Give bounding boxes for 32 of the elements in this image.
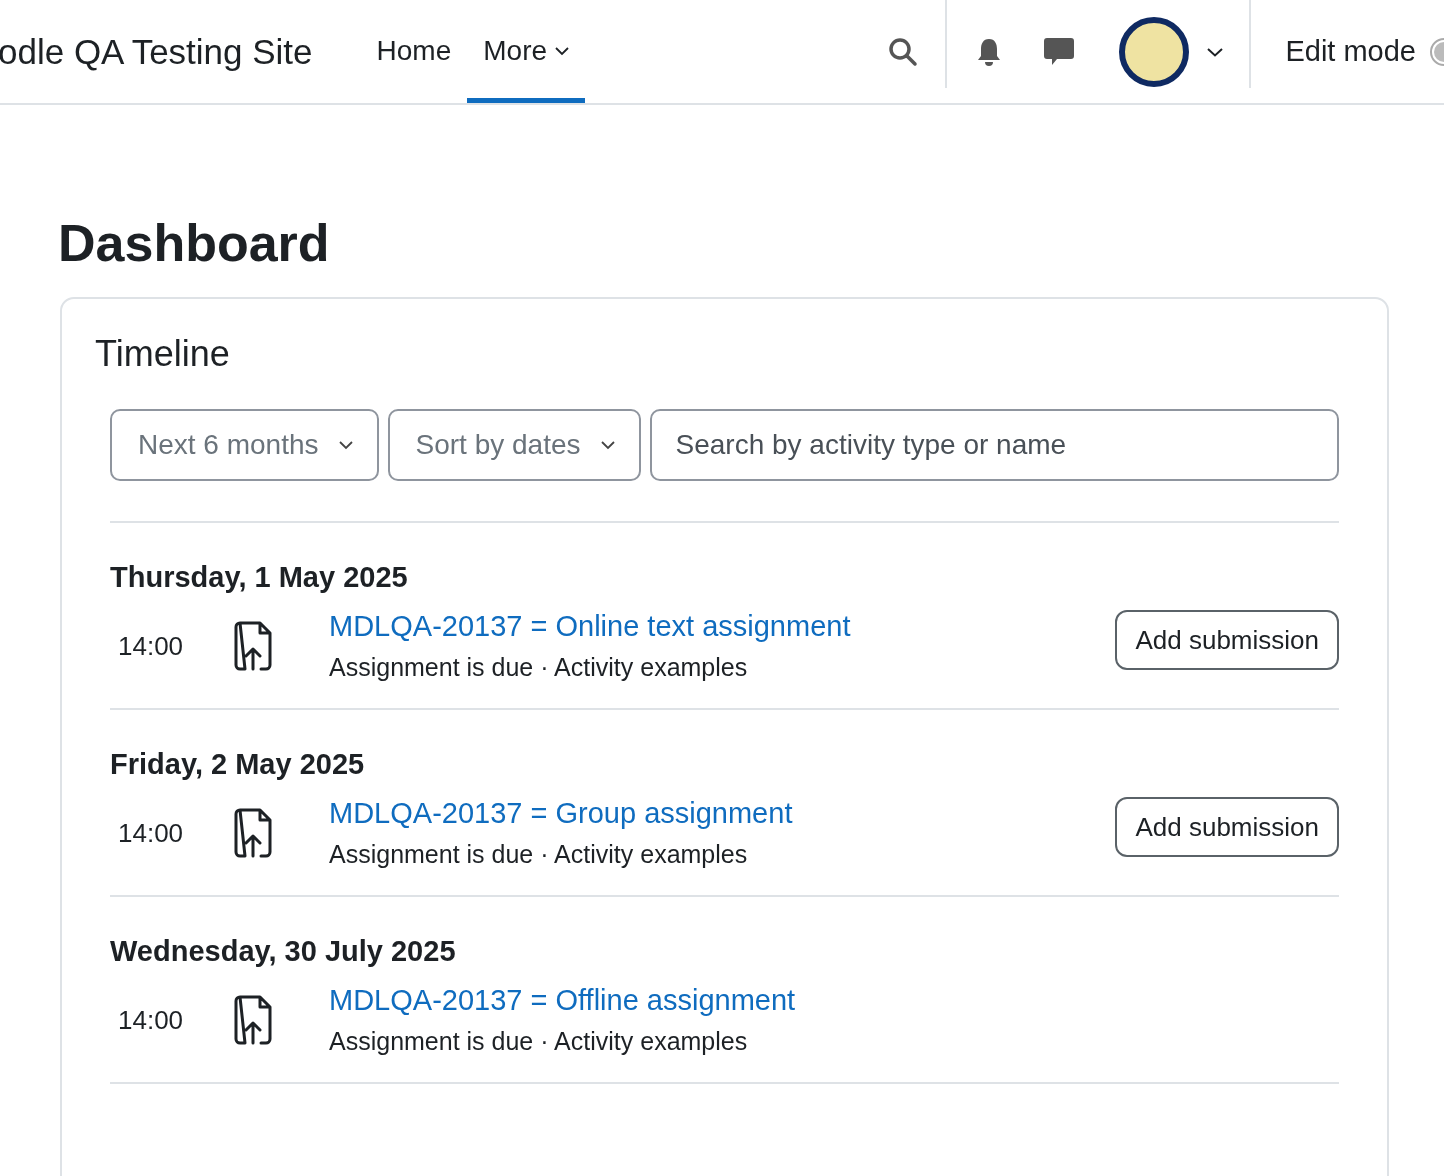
event-link[interactable]: MDLQA-20137 = Online text assignment [329, 610, 1116, 643]
date-heading: Thursday, 1 May 2025 [110, 561, 409, 594]
event-time: 14:00 [117, 1004, 185, 1036]
edit-mode-label: Edit mode [1285, 35, 1416, 68]
file-upload-icon [233, 994, 273, 1046]
nav-tab[interactable]: Home [360, 0, 468, 103]
caret-icon [338, 440, 353, 450]
chat-icon[interactable] [1043, 36, 1076, 67]
event-detail: Assignment is due · Activity examples [329, 653, 749, 682]
event-time: 14:00 [117, 630, 185, 662]
file-upload-icon [233, 620, 273, 672]
filter-dropdown[interactable]: Sort by dates [387, 409, 641, 481]
site-name[interactable]: odle QA Testing Site [0, 31, 313, 72]
add-submission-button[interactable]: Add submission [1115, 797, 1339, 857]
search-field[interactable]: Search by activity type or name [649, 409, 1339, 481]
add-submission-button[interactable]: Add submission [1115, 610, 1339, 670]
caret-icon [555, 46, 570, 56]
search-icon[interactable] [887, 35, 920, 68]
event-detail: Assignment is due · Activity examples [329, 840, 749, 869]
caret-icon [600, 440, 615, 450]
file-upload-icon [233, 807, 273, 859]
date-heading: Friday, 2 May 2025 [110, 748, 366, 781]
date-heading: Wednesday, 30 July 2025 [110, 935, 457, 968]
event-detail: Assignment is due · Activity examples [329, 1027, 749, 1056]
event-time: 14:00 [117, 817, 185, 849]
event-link[interactable]: MDLQA-20137 = Offline assignment [329, 984, 1339, 1017]
page-title: Dashboard [58, 213, 331, 273]
nav-tab[interactable]: More [467, 0, 586, 103]
filter-dropdown[interactable]: Next 6 months [110, 409, 379, 481]
card-title: Timeline [95, 333, 231, 375]
event-link[interactable]: MDLQA-20137 = Group assignment [329, 797, 1116, 830]
caret-icon[interactable] [1207, 46, 1224, 57]
